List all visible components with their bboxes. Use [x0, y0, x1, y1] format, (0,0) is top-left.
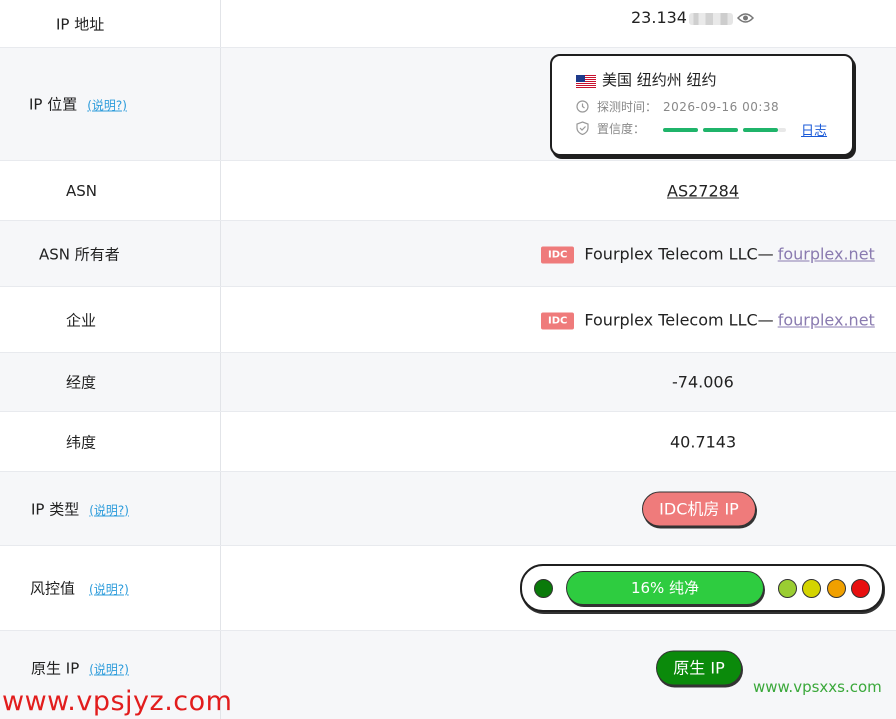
risk-dot-very-low — [534, 579, 553, 598]
detect-time-line: 探测时间： 2026-09-16 00:38 — [576, 98, 779, 116]
risk-meter: 16% 纯净 — [520, 564, 884, 612]
asn-link[interactable]: AS27284 — [667, 181, 739, 200]
shield-check-icon — [576, 121, 589, 138]
value-cell: -74.006 — [221, 353, 896, 411]
risk-bar: 16% 纯净 — [566, 571, 764, 605]
watermark-right: www.vpsxxs.com — [753, 678, 882, 696]
row-ip-address: IP 地址 23.134 — [0, 0, 896, 48]
idc-tag: IDC — [541, 312, 575, 329]
native-ip-badge: 原生 IP — [656, 650, 742, 686]
flag-us-icon — [576, 74, 596, 88]
row-ip-type: IP 类型 (说明?) IDC机房 IP — [0, 472, 896, 546]
eye-icon[interactable] — [736, 9, 755, 28]
row-asn: ASN AS27284 — [0, 161, 896, 221]
asn-label: ASN — [66, 181, 98, 200]
row-longitude: 经度 -74.006 — [0, 353, 896, 412]
confidence-label: 置信度： — [597, 122, 646, 136]
row-ip-location: IP 位置 (说明?) 美国 纽约州 纽约 探测时间： 2026-09-16 00:… — [0, 48, 896, 161]
ip-mask-blur — [688, 12, 733, 25]
ip-location-label: IP 位置 (说明?) — [29, 94, 127, 115]
longitude-label: 经度 — [66, 373, 97, 392]
company-domain-link[interactable]: fourplex.net — [778, 310, 875, 329]
value-cell: AS27284 — [221, 161, 896, 220]
label-cell: 企业 — [0, 287, 221, 352]
label-cell: IP 地址 — [0, 0, 221, 47]
confidence-line: 置信度： 日志 — [576, 120, 827, 139]
value-cell: 原生 IP — [221, 631, 896, 719]
detect-time-value: 2026-09-16 00:38 — [663, 100, 780, 114]
watermark-left: www.vpsjyz.com — [2, 686, 233, 717]
longitude-value: -74.006 — [672, 372, 734, 392]
company-value: IDC Fourplex Telecom LLC— fourplex.net — [541, 310, 875, 329]
clock-icon — [576, 99, 589, 116]
value-cell: IDC机房 IP — [221, 472, 896, 545]
risk-dot-medium — [802, 579, 821, 598]
label-cell: ASN — [0, 161, 221, 220]
ip-type-label-text: IP 类型 — [31, 500, 80, 518]
native-ip-label-text: 原生 IP — [31, 659, 80, 678]
latitude-value: 40.7143 — [670, 432, 737, 451]
location-place: 美国 纽约州 纽约 — [576, 69, 717, 90]
asn-owner-domain-link[interactable]: fourplex.net — [778, 244, 875, 263]
value-cell: 16% 纯净 — [221, 546, 896, 630]
company-label: 企业 — [66, 311, 97, 329]
label-cell: IP 类型 (说明?) — [0, 472, 221, 545]
value-cell: 美国 纽约州 纽约 探测时间： 2026-09-16 00:38 置信度： 日志 — [221, 48, 896, 160]
row-latitude: 纬度 40.7143 — [0, 412, 896, 472]
log-link[interactable]: 日志 — [801, 124, 827, 139]
company-name: Fourplex Telecom LLC— — [584, 310, 774, 329]
ip-address-value: 23.134 — [631, 8, 755, 28]
row-company: 企业 IDC Fourplex Telecom LLC— fourplex.net — [0, 287, 896, 353]
label-cell: 经度 — [0, 353, 221, 411]
row-asn-owner: ASN 所有者 IDC Fourplex Telecom LLC— fourplex… — [0, 221, 896, 287]
row-risk-score: 风控值 (说明?) 16% 纯净 — [0, 546, 896, 631]
asn-owner-value: IDC Fourplex Telecom LLC— fourplex.net — [541, 244, 875, 263]
ip-type-badge: IDC机房 IP — [642, 491, 756, 526]
confidence-bars — [663, 123, 791, 137]
help-link[interactable]: (说明?) — [89, 503, 129, 517]
location-card: 美国 纽约州 纽约 探测时间： 2026-09-16 00:38 置信度： 日志 — [550, 54, 854, 156]
value-cell: IDC Fourplex Telecom LLC— fourplex.net — [221, 221, 896, 286]
help-link[interactable]: (说明?) — [87, 99, 127, 113]
risk-score-label: 风控值 (说明?) — [30, 578, 129, 599]
location-place-text: 美国 纽约州 纽约 — [602, 71, 717, 89]
ip-address-label: IP 地址 — [56, 15, 105, 33]
label-cell: 风控值 (说明?) — [0, 546, 221, 630]
asn-owner-name: Fourplex Telecom LLC— — [584, 244, 774, 263]
latitude-label: 纬度 — [66, 433, 97, 451]
risk-dot-low — [778, 579, 797, 598]
help-link[interactable]: (说明?) — [89, 663, 129, 677]
ip-type-label: IP 类型 (说明?) — [31, 498, 129, 519]
asn-owner-label: ASN 所有者 — [39, 245, 120, 263]
risk-dot-high — [827, 579, 846, 598]
ip-address-text: 23.134 — [631, 8, 687, 27]
ip-location-label-text: IP 位置 — [29, 95, 78, 114]
detect-time-label: 探测时间： — [597, 100, 658, 114]
native-ip-label: 原生 IP (说明?) — [31, 658, 129, 679]
value-cell: 23.134 — [221, 0, 896, 47]
idc-tag: IDC — [541, 246, 575, 263]
risk-dot-very-high — [851, 579, 870, 598]
value-cell: 40.7143 — [221, 412, 896, 471]
value-cell: IDC Fourplex Telecom LLC— fourplex.net — [221, 287, 896, 352]
label-cell: ASN 所有者 — [0, 221, 221, 286]
help-link[interactable]: (说明?) — [89, 583, 129, 597]
risk-score-label-text: 风控值 — [30, 579, 76, 598]
label-cell: IP 位置 (说明?) — [0, 48, 221, 160]
label-cell: 纬度 — [0, 412, 221, 471]
